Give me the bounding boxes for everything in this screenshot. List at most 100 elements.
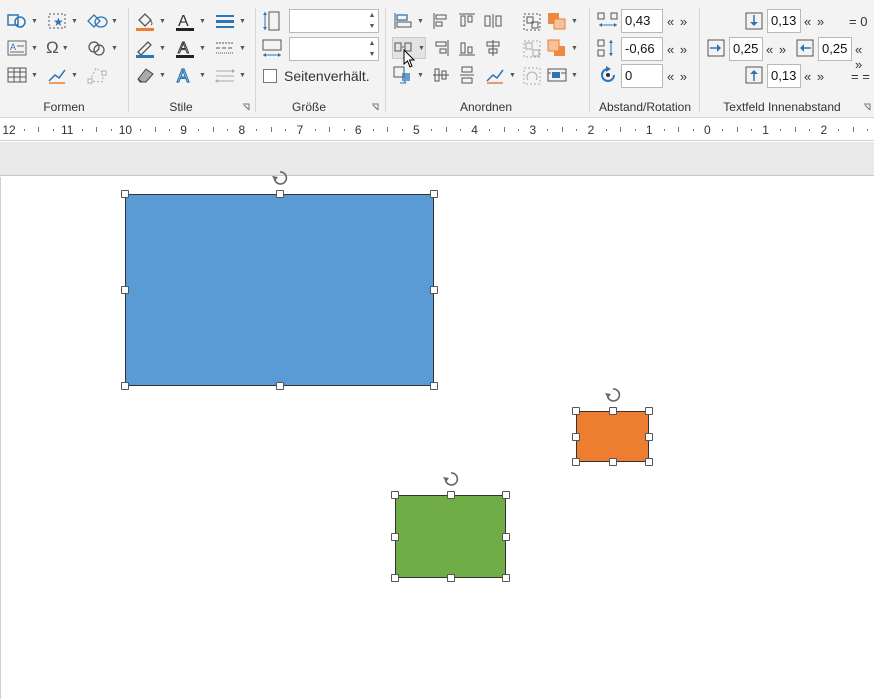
green-resize-handle[interactable] [391,532,399,541]
orange-resize-handle[interactable] [645,432,653,441]
padding-top-equal[interactable]: = 0 [849,14,867,29]
rotation-stepper[interactable]: « » [667,69,688,84]
shape-effects-button[interactable]: ▼ [134,64,166,86]
distribute-vertical-icon[interactable] [458,66,476,84]
align-bottom-icon[interactable] [458,39,476,57]
green-resize-handle[interactable] [391,574,399,582]
padding-bottom-stepper[interactable]: « » [804,69,825,84]
orange-resize-handle[interactable] [645,458,653,466]
dialog-launcher-icon[interactable] [242,103,250,111]
green-resize-handle[interactable] [391,491,399,499]
vertical-spacing-stepper[interactable]: « » [667,42,688,57]
blue-resize-handle[interactable] [275,190,284,198]
align-center-icon[interactable] [484,39,502,57]
align-button[interactable]: ▼ [392,10,424,32]
align-right-icon[interactable] [432,39,450,57]
group-icon [88,41,105,56]
blue-resize-handle[interactable] [430,190,438,198]
arrow-style-button[interactable]: ▼ [214,64,246,86]
spin-down-icon[interactable]: ▼ [368,22,376,32]
blue-resize-handle[interactable] [275,382,284,390]
align-left-icon[interactable] [432,12,450,30]
symbol-button[interactable]: Ω ▼ [46,37,69,59]
fill-button[interactable]: ▼ [134,10,166,32]
green-resize-handle[interactable] [502,532,510,541]
blue-resize-handle[interactable] [430,382,438,390]
smart-shape-icon: ★ [48,13,66,29]
orange-resize-handle[interactable] [572,458,580,466]
ruler-tick [387,127,389,132]
spin-up-icon[interactable]: ▲ [368,11,376,21]
green-resize-handle[interactable] [502,574,510,582]
spin-down-icon[interactable]: ▼ [368,50,376,60]
padding-top-stepper[interactable]: « » [804,14,825,29]
green-resize-handle[interactable] [446,491,455,499]
green-rectangle-shape[interactable] [395,495,506,578]
padding-top-input[interactable]: 0,13 [767,9,801,33]
group-label-innenabstand: Textfeld Innenabstand [723,100,841,114]
distribute-horizontal-icon[interactable] [484,12,502,30]
green-resize-handle[interactable] [502,491,510,499]
ruler-tick [23,129,25,131]
dialog-launcher-icon[interactable] [863,103,871,111]
text-effects-button[interactable]: A ▼ [174,64,206,86]
padding-left-input[interactable]: 0,25 [729,37,763,61]
green-resize-handle[interactable] [446,574,455,582]
line-style-button[interactable]: ▼ [214,37,246,59]
selection-pane-button[interactable]: ▼ [484,64,516,86]
merge-shapes-button[interactable]: ▼ [86,10,118,32]
padding-bottom-equal[interactable]: = = [851,69,870,84]
padding-right-stepper[interactable]: « » [855,42,874,72]
vertical-spacing-input[interactable]: -0,66 [621,37,663,61]
horizontal-ruler[interactable]: 12 11 10 9 8 7 6 5 4 3 2 1 0 1 2 [0,119,874,141]
shape-width-input[interactable]: ▲ ▼ [289,37,379,61]
blue-resize-handle[interactable] [121,382,129,390]
horizontal-spacing-stepper[interactable]: « » [667,14,688,29]
dialog-launcher-icon[interactable] [371,103,379,111]
padding-bottom-input[interactable]: 0,13 [767,64,801,88]
shape-height-input[interactable]: ▲ ▼ [289,9,379,33]
ruler-tick [285,129,287,131]
table-button[interactable]: ▼ [6,64,38,86]
wrap-text-button[interactable]: ▼ [546,64,578,86]
smart-shape-button[interactable]: ★ ▼ [46,10,78,32]
padding-right-input[interactable]: 0,25 [818,37,852,61]
bring-forward-button[interactable]: ▼ [546,10,578,32]
orange-resize-handle[interactable] [608,458,617,466]
outline-button[interactable]: ▼ [134,37,166,59]
group-objects-icon[interactable] [522,12,542,32]
rotation-input[interactable]: 0 [621,64,663,88]
text-outline-button[interactable]: A ▼ [174,37,206,59]
ungroup-icon[interactable] [522,39,542,59]
blue-resize-handle[interactable] [430,286,438,294]
blue-rectangle-shape[interactable] [125,194,434,386]
regroup-icon[interactable] [522,66,542,86]
font-color-button[interactable]: A ▼ [174,10,206,32]
ruler-number: 2 [587,123,595,137]
line-weight-button[interactable]: ▼ [214,10,246,32]
orange-resize-handle[interactable] [572,432,580,441]
padding-left-stepper[interactable]: « » [766,42,787,57]
ruler-tick [489,129,491,131]
edit-points-button[interactable]: ▼ [46,64,78,86]
rotate-handle-icon[interactable] [442,471,459,487]
shapes-button[interactable]: ▼ [6,10,38,32]
send-backward-button[interactable]: ▼ [546,37,578,59]
orange-resize-handle[interactable] [645,407,653,415]
rotate-handle-icon[interactable] [604,387,621,403]
aspect-ratio-checkbox[interactable] [263,69,277,83]
blue-resize-handle[interactable] [121,286,129,294]
chevron-down-icon: ▼ [111,17,118,25]
blue-resize-handle[interactable] [121,190,129,198]
text-box-button[interactable]: A ▼ [6,37,38,59]
align-top-icon[interactable] [458,12,476,30]
orange-resize-handle[interactable] [608,407,617,415]
orange-rectangle-shape[interactable] [576,411,649,462]
orange-resize-handle[interactable] [572,407,580,415]
horizontal-spacing-input[interactable]: 0,43 [621,9,663,33]
edit-shape-button[interactable] [86,64,108,86]
rotate-handle-icon[interactable] [271,170,288,186]
spin-up-icon[interactable]: ▲ [368,39,376,49]
group-button[interactable]: ▼ [86,37,118,59]
align-middle-icon[interactable] [432,66,450,84]
